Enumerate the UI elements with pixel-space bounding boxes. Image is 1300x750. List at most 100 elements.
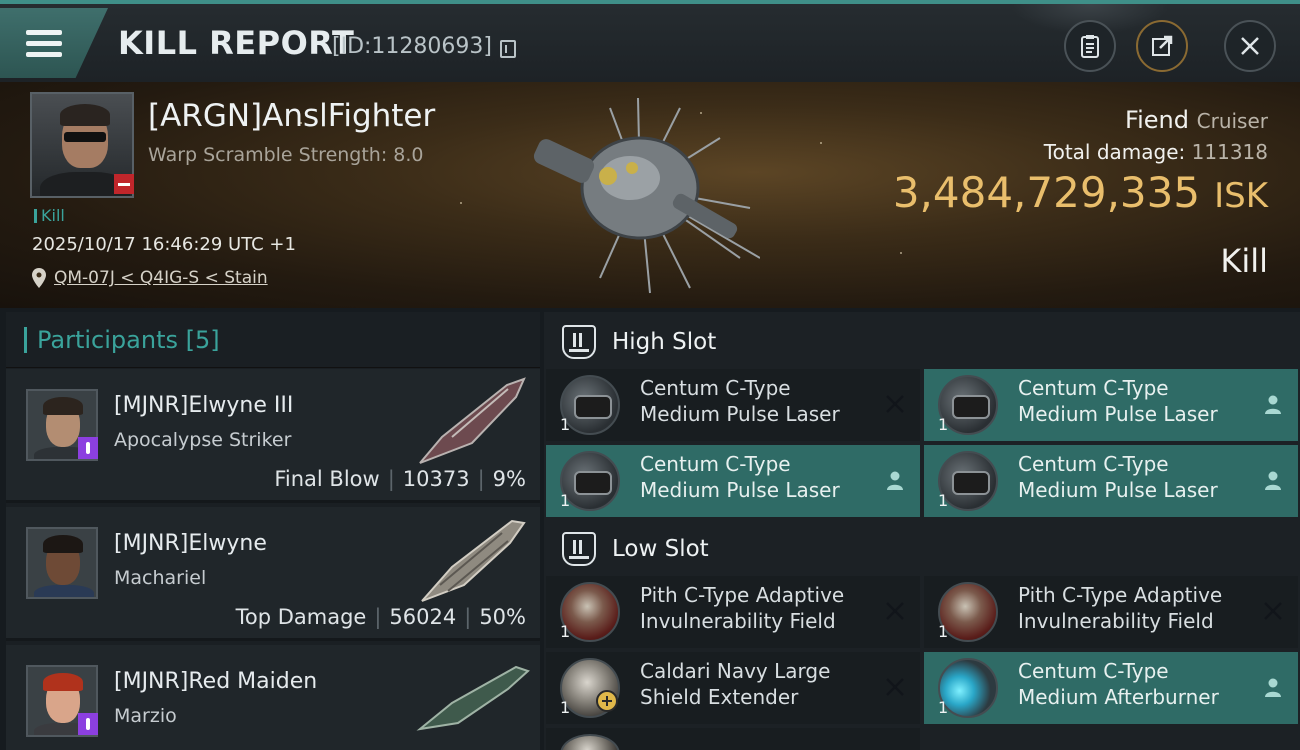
participant-name: [MJNR]Elwyne III [114, 393, 294, 418]
module-quantity: 1 [560, 622, 571, 641]
menu-icon-line [26, 52, 62, 57]
star-decoration [460, 202, 462, 204]
victim-ship-name[interactable]: Fiend Cruiser [1125, 106, 1268, 134]
module-item-partial[interactable] [546, 728, 920, 750]
avatar-hair [43, 397, 83, 415]
participant-ship: Apocalypse Striker [114, 429, 292, 451]
module-name-line2: Invulnerability Field [1018, 609, 1214, 633]
module-item[interactable]: 1 Centum C-Type Medium Pulse Laser [924, 445, 1298, 517]
module-name-line2: Shield Extender [640, 685, 799, 709]
menu-button[interactable] [0, 8, 108, 78]
module-name-line1: Centum C-Type [1018, 376, 1169, 400]
module-icon [560, 734, 620, 750]
participant-avatar[interactable] [26, 527, 98, 599]
module-name: Centum C-Type Medium Pulse Laser [640, 375, 880, 427]
module-name-line2: Medium Pulse Laser [640, 478, 840, 502]
module-quantity: 1 [560, 415, 571, 434]
fittings-panel: High Slot 1 Centum C-Type Medium Pulse L… [544, 312, 1300, 750]
total-damage-value: 111318 [1191, 140, 1268, 164]
ship-name-text: Fiend [1125, 106, 1189, 134]
rank-badge-icon [78, 713, 98, 735]
destroyed-icon [886, 678, 904, 696]
module-name-line2: Medium Pulse Laser [1018, 478, 1218, 502]
module-name: Pith C-Type Adaptive Invulnerability Fie… [640, 582, 880, 634]
module-name: Centum C-Type Medium Pulse Laser [640, 451, 880, 503]
hostile-badge-icon [114, 174, 134, 194]
high-slot-header: High Slot [544, 314, 1300, 370]
participant-role: Final Blow [274, 467, 380, 491]
participant-card[interactable]: [MJNR]Red Maiden Marzio [6, 645, 540, 750]
high-slot-title: High Slot [612, 329, 717, 355]
participants-panel: Participants [5] [MJNR]Elwyne III Apocal… [6, 312, 540, 750]
module-item[interactable]: 1 Centum C-Type Medium Pulse Laser [924, 369, 1298, 441]
dropped-person-icon [1265, 678, 1281, 697]
avatar-hair [43, 535, 83, 553]
avatar-glasses [64, 132, 106, 142]
module-name: Caldari Navy Large Shield Extender [640, 658, 880, 710]
module-item[interactable]: 1 Pith C-Type Adaptive Invulnerability F… [924, 576, 1298, 648]
isk-amount: 3,484,729,335 [892, 168, 1201, 217]
module-name-line1: Caldari Navy Large [640, 659, 831, 683]
kill-tag: Kill [34, 206, 65, 225]
rank-badge-icon [78, 437, 98, 459]
participant-damage-percent: 50% [479, 605, 526, 629]
location-pin-icon [32, 268, 46, 288]
module-name-line2: Medium Afterburner [1018, 685, 1219, 709]
star-decoration [820, 142, 822, 144]
participant-name: [MJNR]Elwyne [114, 531, 267, 556]
share-button[interactable] [1136, 20, 1188, 72]
module-name-line2: Medium Pulse Laser [1018, 402, 1218, 426]
stat-divider: | [374, 605, 382, 629]
module-item[interactable]: 1 Caldari Navy Large Shield Extender [546, 652, 920, 724]
clipboard-button[interactable] [1064, 20, 1116, 72]
module-name-line1: Centum C-Type [1018, 659, 1169, 683]
report-id: [ID:11280693] [332, 34, 492, 59]
close-icon [1241, 37, 1259, 55]
low-slot-title: Low Slot [612, 536, 709, 562]
copy-icon[interactable] [500, 40, 516, 58]
plus-icon [596, 690, 618, 712]
kill-location-link[interactable]: QM-07J < Q4IG-S < Stain [54, 268, 268, 288]
module-item[interactable]: 1 Centum C-Type Medium Afterburner [924, 652, 1298, 724]
menu-icon [26, 30, 62, 35]
module-name-line2: Medium Pulse Laser [640, 402, 840, 426]
module-quantity: 1 [938, 491, 949, 510]
clipboard-icon [1081, 35, 1099, 58]
module-item[interactable]: 1 Centum C-Type Medium Pulse Laser [546, 369, 920, 441]
module-name-line1: Pith C-Type Adaptive [640, 583, 845, 607]
participant-card[interactable]: [MJNR]Elwyne III Apocalypse Striker Fina… [6, 369, 540, 503]
participant-damage: 10373 [402, 467, 470, 491]
module-name-line1: Centum C-Type [640, 452, 791, 476]
participant-ship: Machariel [114, 567, 207, 589]
module-quantity: 1 [938, 622, 949, 641]
isk-value: 3,484,729,335 ISK [893, 168, 1268, 217]
module-item[interactable]: 1 Pith C-Type Adaptive Invulnerability F… [546, 576, 920, 648]
low-slot-header: Low Slot [544, 521, 1300, 577]
participant-card[interactable]: [MJNR]Elwyne Machariel Top Damage | 56024 |… [6, 507, 540, 641]
module-item[interactable]: 1 Centum C-Type Medium Pulse Laser [546, 445, 920, 517]
participant-ship-image [419, 377, 526, 464]
page-title: KILL REPORT [118, 24, 355, 62]
participant-ship-image [421, 519, 526, 602]
isk-unit: ISK [1214, 176, 1268, 216]
total-damage-label: Total damage: [1043, 140, 1186, 164]
star-decoration [900, 252, 902, 254]
module-name-line1: Centum C-Type [1018, 452, 1169, 476]
participant-name: [MJNR]Red Maiden [114, 669, 318, 694]
participant-role: Top Damage [235, 605, 367, 629]
participants-header: Participants [5] [6, 312, 540, 368]
destroyed-icon [886, 395, 904, 413]
kill-summary: [ARGN]AnslFighter Warp Scramble Strength… [0, 82, 1300, 308]
share-icon [1152, 35, 1173, 56]
total-damage: Total damage: 111318 [1044, 140, 1268, 164]
dropped-person-icon [887, 471, 903, 490]
low-slot-icon [562, 532, 596, 566]
module-quantity: 1 [938, 415, 949, 434]
victim-name[interactable]: [ARGN]AnslFighter [148, 98, 435, 134]
dropped-person-icon [1265, 395, 1281, 414]
close-button[interactable] [1224, 20, 1276, 72]
header-bar: KILL REPORT [ID:11280693] [0, 0, 1300, 82]
high-slot-icon [562, 325, 596, 359]
avatar-hair [43, 673, 83, 691]
victim-ship-image [533, 97, 760, 294]
